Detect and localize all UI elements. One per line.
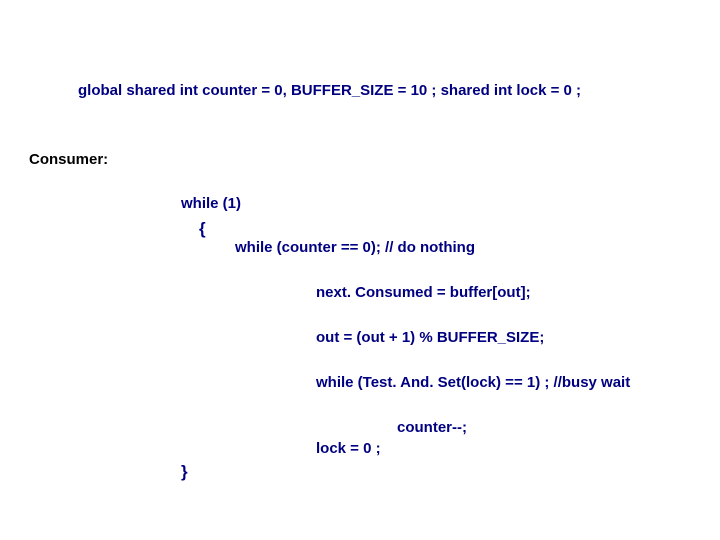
code-lock-zero: lock = 0 ; <box>316 440 381 457</box>
code-close-brace: } <box>181 462 188 482</box>
code-next-consumed: next. Consumed = buffer[out]; <box>316 284 531 301</box>
code-while-counter: while (counter == 0); // do nothing <box>235 239 475 256</box>
code-counter-dec: counter--; <box>397 419 467 436</box>
global-declaration: global shared int counter = 0, BUFFER_SI… <box>78 82 581 99</box>
code-open-brace: { <box>199 219 206 239</box>
code-while-test: while (Test. And. Set(lock) == 1) ; //bu… <box>316 374 630 391</box>
consumer-label: Consumer: <box>29 151 108 168</box>
code-out-line: out = (out + 1) % BUFFER_SIZE; <box>316 329 544 346</box>
code-while-1: while (1) <box>181 195 241 212</box>
